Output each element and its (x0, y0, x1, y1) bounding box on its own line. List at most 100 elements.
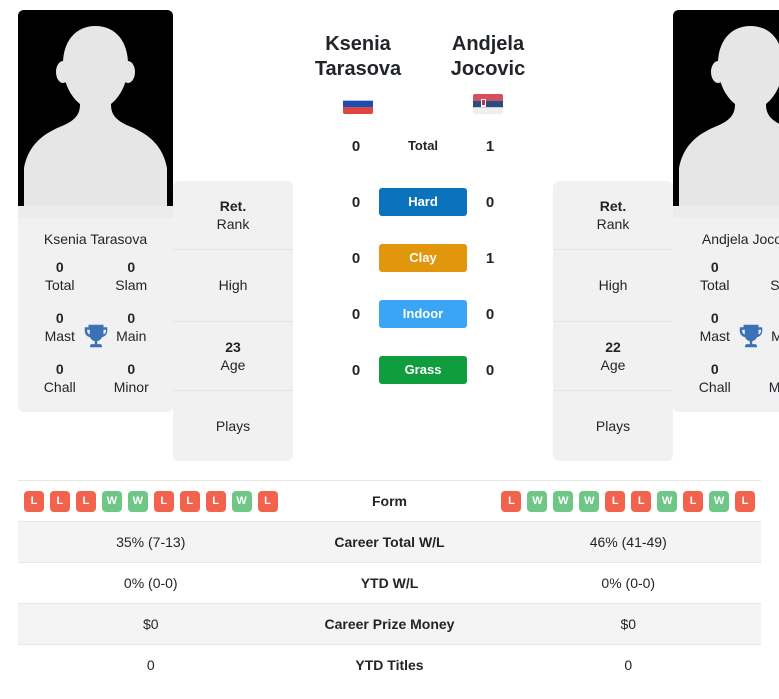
right-high-label: High (598, 277, 628, 294)
h2h-clay-left-score: 0 (351, 249, 361, 267)
left-age-value: 23 (225, 338, 241, 355)
right-info-rank: Ret. Rank (553, 181, 673, 249)
right-info-age: 22 Age (553, 320, 673, 390)
form-badge: L (501, 490, 522, 512)
left-player-avatar (18, 10, 173, 218)
form-badge: L (49, 490, 70, 512)
table-row-ytd-titles: 0 YTD Titles 0 (18, 644, 761, 686)
right-titles-slam-value: 0 (751, 259, 779, 277)
h2h-clay-right-score: 1 (485, 249, 495, 267)
left-titles-slam-value: 0 (127, 259, 136, 276)
trophy-icon (81, 321, 111, 351)
right-info-high: High (553, 249, 673, 320)
left-career-total-wl: 35% (7-13) (18, 521, 284, 563)
right-career-prize-money: $0 (495, 603, 761, 645)
form-badge: L (683, 490, 704, 512)
left-player-name: Ksenia Tarasova (43, 231, 148, 247)
serbia-flag-icon (473, 94, 503, 114)
form-badge: W (657, 490, 678, 512)
left-titles-minor-label: Minor (113, 378, 149, 395)
h2h-row-grass: 0 Grass 0 (293, 342, 553, 398)
form-badge: W (101, 490, 122, 512)
right-ytd-wl: 0% (0-0) (495, 562, 761, 604)
left-titles-slam-label: Slam (115, 276, 148, 293)
left-form-badges: L L L W W L L L W L (23, 490, 278, 512)
h2h-row-clay: 0 Clay 1 (293, 230, 553, 286)
left-titles-minor-value: 0 (127, 361, 136, 378)
right-ytd-titles: 0 (495, 644, 761, 686)
right-player-column: Andjela Jocovic 0 Total 0 Slam 0 Mast (673, 10, 779, 413)
right-titles-total-value: 0 (710, 259, 719, 276)
left-info-high: High (173, 249, 293, 320)
left-player-heading: Ksenia Tarasova (293, 32, 423, 114)
right-info-column: Ret. Rank High 22 Age Plays (553, 10, 673, 462)
form-badge: L (75, 490, 96, 512)
row-label-form: Form (283, 480, 496, 522)
player-comparison-page: Ksenia Tarasova 0 Total 0 Slam 0 Mast 0 … (0, 0, 779, 699)
table-row-career-prize-money: $0 Career Prize Money $0 (18, 603, 761, 645)
left-titles-total-label: Total (44, 276, 75, 293)
left-ytd-wl: 0% (0-0) (18, 562, 284, 604)
h2h-indoor-right-score: 0 (485, 305, 495, 323)
h2h-total-label: Total (407, 138, 439, 154)
comparison-stats-table: L L L W W L L L W L Form L W W W L L W L… (18, 480, 761, 686)
left-plays-label: Plays (215, 417, 251, 434)
player-names-row: Ksenia Tarasova Andjela Jocovic (293, 32, 553, 114)
table-row-form: L L L W W L L L W L Form L W W W L L W L… (18, 480, 761, 522)
left-player-card: Ksenia Tarasova 0 Total 0 Slam 0 Mast 0 … (18, 218, 173, 413)
h2h-grass-right-score: 0 (485, 361, 495, 379)
left-titles-total: 0 Total (24, 259, 96, 294)
h2h-hard-right-score: 0 (485, 193, 495, 211)
form-badge: W (579, 490, 600, 512)
left-ytd-titles: 0 (18, 644, 284, 686)
table-row-ytd-wl: 0% (0-0) YTD W/L 0% (0-0) (18, 562, 761, 604)
right-titles-total: 0 Total (679, 259, 751, 294)
h2h-clay-label: Clay (379, 244, 467, 272)
right-titles-total-label: Total (699, 276, 730, 293)
left-info-age: 23 Age (173, 320, 293, 390)
right-titles-minor-label: Minor (768, 378, 779, 395)
h2h-grass-label: Grass (379, 356, 467, 384)
right-player-avatar (673, 10, 779, 218)
h2h-indoor-label: Indoor (379, 300, 467, 328)
left-titles-minor: 0 Minor (96, 361, 168, 396)
left-player-last-name: Tarasova (314, 58, 402, 80)
row-label-career-total-wl: Career Total W/L (283, 521, 496, 563)
right-plays-label: Plays (595, 417, 631, 434)
h2h-total-left-score: 0 (351, 137, 361, 155)
left-player-column: Ksenia Tarasova 0 Total 0 Slam 0 Mast 0 … (18, 10, 173, 413)
right-age-value: 22 (605, 338, 621, 355)
right-player-titles-grid: 0 Total 0 Slam 0 Mast 0 Main (673, 259, 779, 412)
table-row-career-total-wl: 35% (7-13) Career Total W/L 46% (41-49) (18, 521, 761, 563)
russia-flag-icon (343, 94, 373, 114)
right-titles-chall: 0 Chall (679, 361, 751, 396)
trophy-icon (736, 321, 766, 351)
left-high-label: High (218, 277, 248, 294)
row-label-ytd-wl: YTD W/L (283, 562, 496, 604)
form-badge: L (179, 490, 200, 512)
left-info-plays: Plays (173, 389, 293, 461)
form-badge: L (631, 490, 652, 512)
right-titles-minor-value: 0 (751, 361, 779, 379)
left-titles-total-value: 0 (55, 259, 64, 276)
left-info-card: Ret. Rank High 23 Age Plays (173, 181, 293, 462)
right-player-card: Andjela Jocovic 0 Total 0 Slam 0 Mast (673, 218, 779, 413)
form-badge: L (605, 490, 626, 512)
left-info-column: Ret. Rank High 23 Age Plays (173, 10, 293, 462)
right-player-last-name: Jocovic (450, 58, 526, 80)
form-badge: L (205, 490, 226, 512)
left-age-label: Age (220, 356, 246, 373)
right-titles-minor: 0 Minor (751, 361, 779, 396)
left-player-titles-grid: 0 Total 0 Slam 0 Mast 0 Main 0 Chall 0 M… (18, 259, 173, 412)
form-badge: L (23, 490, 44, 512)
form-badge: W (231, 490, 252, 512)
right-player-heading: Andjela Jocovic (423, 32, 553, 114)
right-form-badges: L W W W L L W L W L (501, 490, 756, 512)
left-player-first-name: Ksenia (325, 33, 391, 55)
left-rank-value: Ret. (219, 198, 247, 214)
h2h-hard-left-score: 0 (351, 193, 361, 211)
form-badge: W (127, 490, 148, 512)
right-age-label: Age (600, 356, 626, 373)
h2h-indoor-left-score: 0 (351, 305, 361, 323)
h2h-row-total: 0 Total 1 (293, 118, 553, 174)
